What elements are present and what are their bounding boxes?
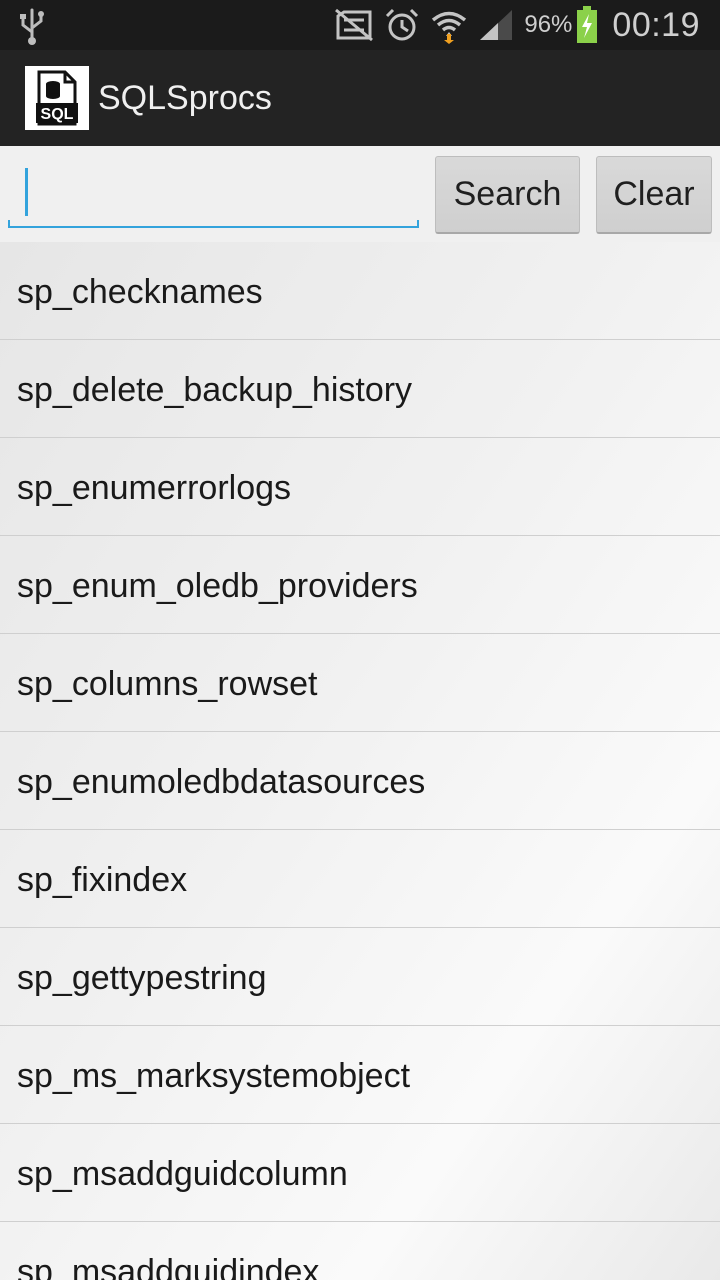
list-item-label: sp_columns_rowset [17, 665, 318, 703]
list-item-label: sp_msaddguidcolumn [17, 1155, 348, 1193]
list-item[interactable]: sp_delete_backup_history [0, 340, 720, 438]
app-icon-label: SQL [41, 106, 74, 123]
list-item[interactable]: sp_columns_rowset [0, 634, 720, 732]
action-bar: SQL SQLSprocs [0, 50, 720, 146]
alarm-icon [386, 8, 419, 41]
list-item-label: sp_ms_marksystemobject [17, 1057, 411, 1095]
list-item-label: sp_delete_backup_history [17, 371, 413, 409]
list-item-label: sp_gettypestring [17, 959, 267, 997]
no-sim-icon [335, 8, 374, 42]
status-bar: 96% 00:19 [0, 0, 720, 50]
text-cursor [25, 168, 28, 216]
list-item-label: sp_enumerrorlogs [17, 469, 292, 507]
list-item-label: sp_fixindex [17, 861, 188, 899]
sql-file-icon: SQL [36, 70, 78, 126]
search-input-underline [8, 220, 419, 228]
list-item-label: sp_enumoledbdatasources [17, 763, 426, 801]
list-item[interactable]: sp_checknames [0, 242, 720, 340]
wifi-icon [432, 11, 467, 44]
list-item[interactable]: sp_enumerrorlogs [0, 438, 720, 536]
list-item[interactable]: sp_ms_marksystemobject [0, 1026, 720, 1124]
battery-charging-icon [577, 6, 598, 43]
list-item[interactable]: sp_gettypestring [0, 928, 720, 1026]
list-item-label: sp_enum_oledb_providers [17, 567, 418, 605]
list-item[interactable]: sp_msaddguidcolumn [0, 1124, 720, 1222]
search-button[interactable]: Search [435, 156, 580, 234]
list-item-label: sp_msaddguidindex [17, 1253, 320, 1280]
list-item-label: sp_checknames [17, 273, 263, 311]
search-input[interactable] [8, 162, 418, 224]
app-icon[interactable]: SQL [25, 66, 89, 130]
status-icons: 96% 00:19 [324, 0, 700, 50]
clock: 00:19 [612, 5, 700, 44]
usb-icon [20, 8, 44, 45]
list-item[interactable]: sp_msaddguidindex [0, 1222, 720, 1280]
search-row: Search Clear [0, 146, 720, 242]
signal-icon [480, 10, 513, 40]
list-item[interactable]: sp_enumoledbdatasources [0, 732, 720, 830]
list-item[interactable]: sp_fixindex [0, 830, 720, 928]
app-title: SQLSprocs [98, 79, 272, 117]
list-item[interactable]: sp_enum_oledb_providers [0, 536, 720, 634]
clear-button[interactable]: Clear [596, 156, 712, 234]
battery-percent: 96% [524, 11, 573, 38]
procedure-list[interactable]: sp_checknames sp_delete_backup_history s… [0, 242, 720, 1280]
